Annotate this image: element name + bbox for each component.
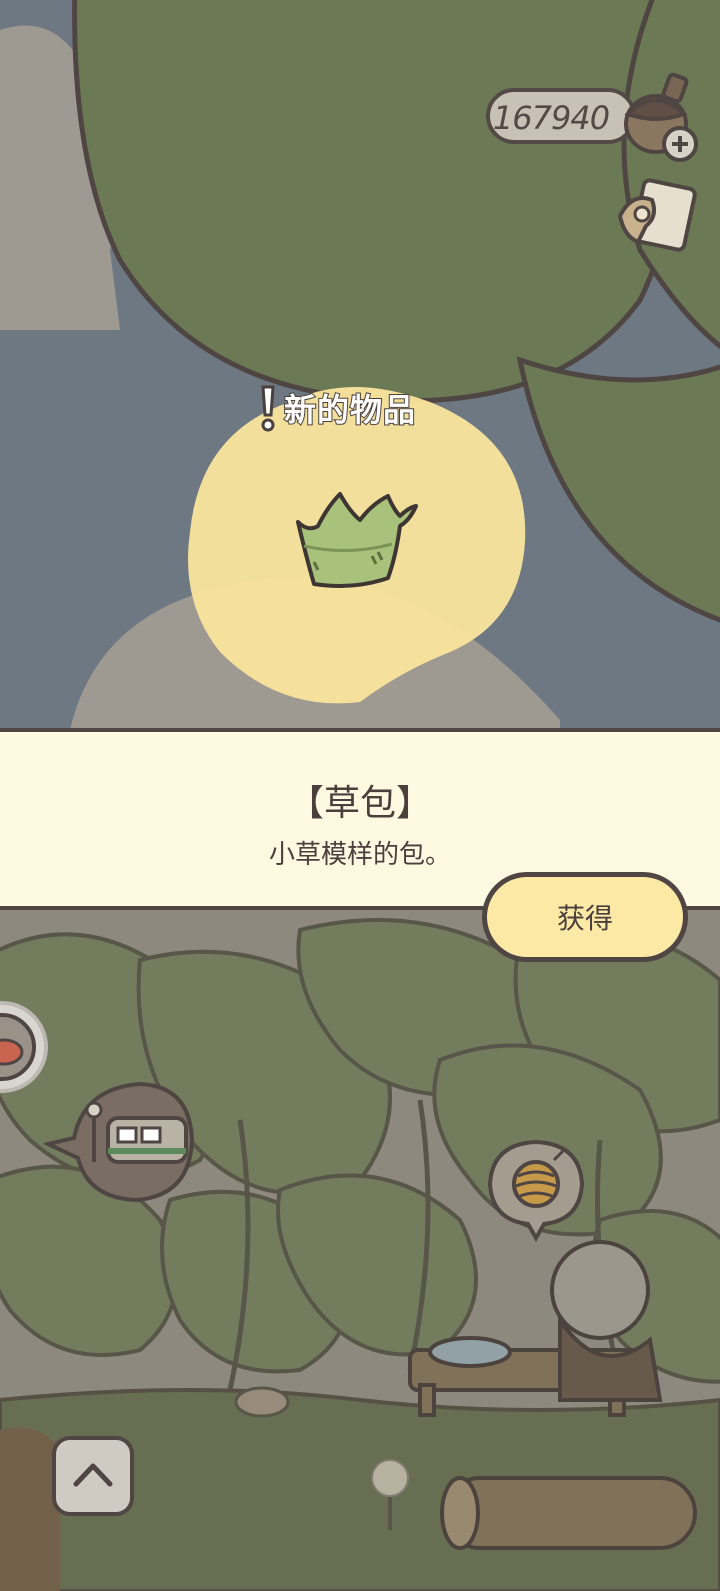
plus-icon: [662, 126, 698, 162]
exclamation-icon: [261, 385, 275, 432]
obtain-button[interactable]: 获得: [482, 872, 688, 962]
new-item-notice: 新的物品: [258, 382, 416, 434]
chevron-up-icon: [73, 1463, 113, 1487]
map-icon: [617, 178, 697, 252]
item-description: 小草模样的包。: [268, 840, 451, 870]
grass-bag-icon: [296, 492, 418, 588]
item-name: 【草包】: [287, 783, 432, 824]
side-menu-button[interactable]: [0, 998, 50, 1096]
train-station-button[interactable]: [44, 1078, 196, 1204]
yarn-shop-button[interactable]: [486, 1138, 586, 1242]
new-item-label: 新的物品: [283, 390, 417, 430]
expand-up-button[interactable]: [52, 1436, 134, 1516]
add-acorn-button[interactable]: [620, 72, 700, 162]
acorn-count: 167940: [492, 99, 610, 137]
acorn-counter: 167940: [486, 88, 636, 144]
side-menu-icon: [0, 1001, 48, 1093]
map-button[interactable]: [612, 176, 698, 256]
